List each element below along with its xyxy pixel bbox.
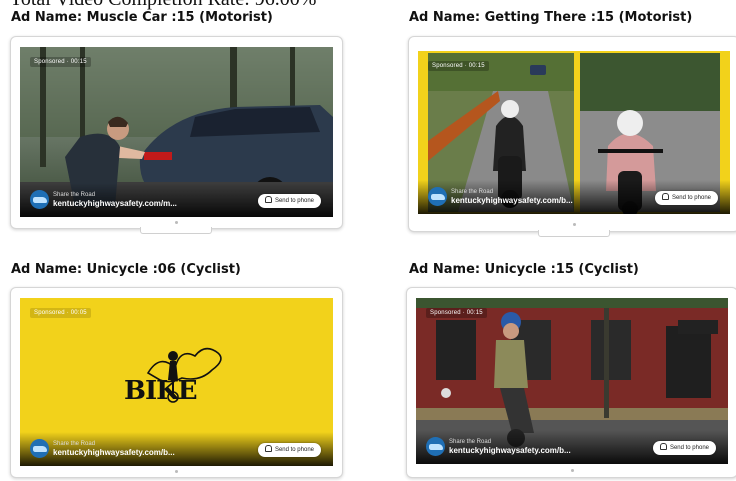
power-indicator bbox=[175, 470, 178, 473]
bike-wordmark: BIKE bbox=[124, 376, 198, 406]
tv-frame: Sponsored · 00:15 Share the Road kentuck… bbox=[408, 36, 736, 232]
kentucky-logo-icon bbox=[30, 190, 49, 209]
kentucky-logo-icon bbox=[30, 439, 49, 458]
power-indicator bbox=[175, 221, 178, 224]
send-to-phone-button[interactable]: Send to phone bbox=[652, 441, 716, 455]
advertiser-url[interactable]: kentuckyhighwaysafety.com/b... bbox=[451, 196, 573, 205]
video-player[interactable]: Sponsored · 00:15 Share the Road kentuck… bbox=[418, 51, 730, 214]
advertiser-url[interactable]: kentuckyhighwaysafety.com/m... bbox=[53, 199, 177, 208]
sponsored-label: Sponsored · 00:15 bbox=[428, 61, 489, 71]
advertiser-name: Share the Road bbox=[451, 189, 494, 195]
bell-icon bbox=[264, 445, 272, 452]
tv-stand bbox=[140, 227, 212, 234]
video-player[interactable]: Sponsored · 00:15 Share the Road kentuck… bbox=[416, 298, 728, 464]
sponsored-label: Sponsored · 00:05 bbox=[30, 308, 91, 318]
advertiser-name: Share the Road bbox=[53, 441, 96, 447]
advertiser-url[interactable]: kentuckyhighwaysafety.com/b... bbox=[449, 446, 571, 455]
bell-icon bbox=[264, 196, 272, 203]
bell-icon bbox=[659, 443, 667, 450]
ad-title-unicycle-06: Ad Name: Unicycle :06 (Cyclist) bbox=[11, 262, 241, 277]
ad-title-muscle-car: Ad Name: Muscle Car :15 (Motorist) bbox=[11, 10, 273, 25]
video-player[interactable]: Sponsored · 00:15 Share the Road kentuck… bbox=[20, 47, 333, 217]
power-indicator bbox=[571, 469, 574, 472]
advertiser-name: Share the Road bbox=[53, 192, 96, 198]
ad-title-unicycle-15: Ad Name: Unicycle :15 (Cyclist) bbox=[409, 262, 639, 277]
send-to-phone-button[interactable]: Send to phone bbox=[257, 443, 321, 457]
power-indicator bbox=[573, 223, 576, 226]
ad-title-getting-there: Ad Name: Getting There :15 (Motorist) bbox=[409, 10, 693, 25]
tv-stand bbox=[538, 230, 610, 237]
tv-frame: Sponsored · 00:15 Share the Road kentuck… bbox=[406, 287, 736, 478]
send-to-phone-button[interactable]: Send to phone bbox=[257, 194, 321, 208]
kentucky-logo-icon bbox=[428, 187, 447, 206]
bell-icon bbox=[661, 193, 669, 200]
send-to-phone-button[interactable]: Send to phone bbox=[654, 191, 718, 205]
sponsored-label: Sponsored · 00:15 bbox=[30, 57, 91, 67]
kentucky-logo-icon bbox=[426, 437, 445, 456]
advertiser-name: Share the Road bbox=[449, 439, 492, 445]
video-player[interactable]: BIKE Sponsored · 00:05 Share the Road ke… bbox=[20, 298, 333, 466]
tv-frame: Sponsored · 00:15 Share the Road kentuck… bbox=[10, 36, 343, 229]
advertiser-url[interactable]: kentuckyhighwaysafety.com/b... bbox=[53, 448, 175, 457]
sponsored-label: Sponsored · 00:15 bbox=[426, 308, 487, 318]
tv-frame: BIKE Sponsored · 00:05 Share the Road ke… bbox=[10, 287, 343, 478]
